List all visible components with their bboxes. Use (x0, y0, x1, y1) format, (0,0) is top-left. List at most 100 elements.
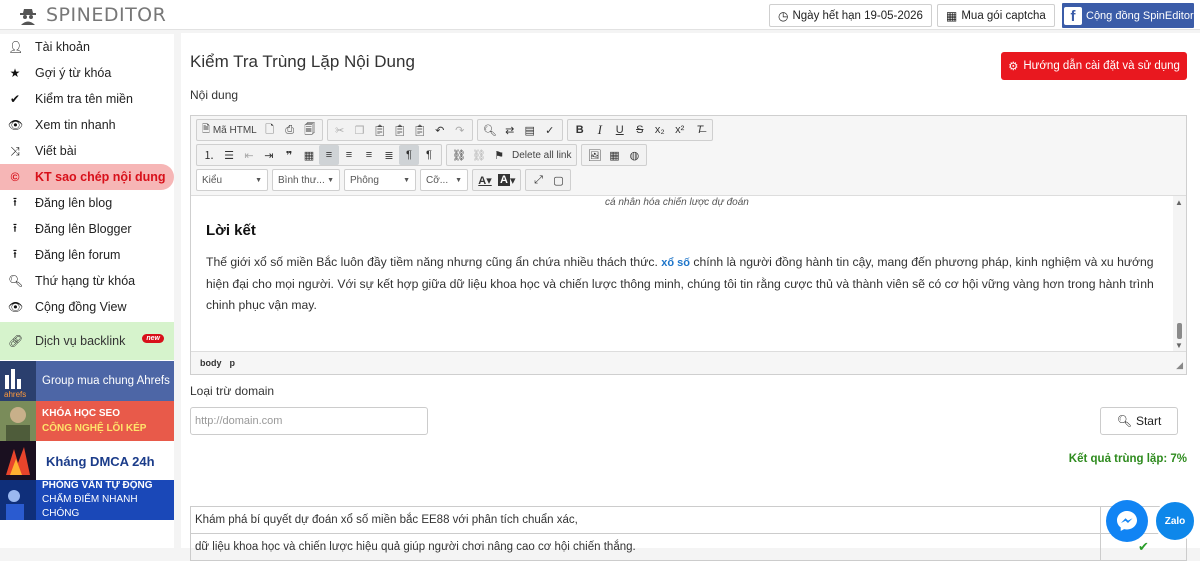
div-button[interactable]: ▦ (299, 145, 319, 165)
banner-ahrefs[interactable]: ahrefs Group mua chung Ahrefs (0, 361, 174, 401)
expiry-button[interactable]: ◷ Ngày hết hạn 19-05-2026 (769, 4, 932, 27)
domain-input[interactable]: http://domain.com (190, 407, 428, 435)
sidebar-item-5[interactable]: ⤨ Viết bài (0, 138, 174, 164)
content-label: Nội dung (190, 88, 239, 102)
bulleted-list-button[interactable]: ☰ (219, 145, 239, 165)
messenger-button[interactable] (1106, 500, 1148, 542)
sidebar-item-7[interactable]: ⭱ Đăng lên blog (0, 190, 174, 216)
start-button[interactable]: 🔍︎ Start (1100, 407, 1178, 435)
italic-button[interactable]: I (590, 120, 610, 140)
banner-interview[interactable]: PHỎNG VẤN TỰ ĐỘNG CHẤM ĐIỂM NHANH CHÓNG (0, 480, 174, 520)
community-button[interactable]: f Cộng đồng SpinEditor (1062, 3, 1194, 28)
ahrefs-thumbnail-icon: ahrefs (0, 361, 36, 401)
toolbar-group-insert: 🖼︎ ▦ ◍ (581, 144, 648, 166)
source-label: Mã HTML (212, 124, 257, 136)
undo-button[interactable]: ↶ (430, 120, 450, 140)
align-left-button[interactable]: ≡ (319, 145, 339, 165)
strike-button[interactable]: S (630, 120, 650, 140)
sidebar-item-2[interactable]: ★ Gợi ý từ khóa (0, 60, 174, 86)
copy-button[interactable]: ❐ (350, 120, 370, 140)
cut-button[interactable]: ✂ (330, 120, 350, 140)
redo-button[interactable]: ↷ (450, 120, 470, 140)
templates-button[interactable]: 🗐︎ (300, 120, 320, 140)
spellcheck-button[interactable]: ✓ (540, 120, 560, 140)
bold-button[interactable]: B (570, 120, 590, 140)
table-button[interactable]: ▦ (604, 145, 624, 165)
remove-format-button[interactable]: T̶ (690, 120, 710, 140)
rtl-button[interactable]: ¶ (419, 145, 439, 165)
banner-dmca[interactable]: Kháng DMCA 24h (0, 441, 174, 481)
paste-text-button[interactable]: 📋︎ (390, 120, 410, 140)
styles-select[interactable]: Kiểu ▼ (196, 169, 268, 191)
maximize-button[interactable]: ⤢ (528, 170, 548, 190)
align-right-button[interactable]: ≡ (359, 145, 379, 165)
delete-all-link-button[interactable]: Delete all link (509, 145, 574, 165)
justify-button[interactable]: ≣ (379, 145, 399, 165)
find-button[interactable]: 🔍︎ (480, 120, 500, 140)
logo[interactable]: SPINEDITOR (18, 3, 166, 27)
scroll-thumb[interactable] (1177, 323, 1182, 339)
facebook-icon: f (1064, 6, 1082, 25)
editor-scrollbar[interactable]: ▲ ▼ (1173, 196, 1186, 351)
outdent-button[interactable]: ⇤ (239, 145, 259, 165)
gear-icon: ⚙ (1008, 61, 1019, 73)
chevron-down-icon: ▼ (327, 176, 334, 184)
anchor-button[interactable]: ⚑ (489, 145, 509, 165)
captcha-label: Mua gói captcha (961, 9, 1046, 22)
size-select[interactable]: Cỡ... ▼ (420, 169, 468, 191)
link-icon: 🔗︎ (8, 334, 24, 348)
sidebar-item-4[interactable]: 👁︎ Xem tin nhanh (0, 112, 174, 138)
preview-button[interactable]: 🗋︎ (260, 120, 280, 140)
indent-button[interactable]: ⇥ (259, 145, 279, 165)
zalo-button[interactable]: Zalo (1154, 500, 1196, 542)
bg-color-button[interactable]: A ▾ (495, 170, 518, 190)
image-button[interactable]: 🖼︎ (584, 145, 604, 165)
link-button[interactable]: ⛓ (449, 145, 469, 165)
path-p[interactable]: p (230, 358, 236, 368)
scroll-up-icon[interactable]: ▲ (1175, 198, 1183, 207)
print-button[interactable]: ⎙ (280, 120, 300, 140)
subscript-button[interactable]: x₂ (650, 120, 670, 140)
paste-word-button[interactable]: 📋︎ (410, 120, 430, 140)
globe-icon[interactable]: ◍ (624, 145, 644, 165)
select-all-button[interactable]: ▤ (520, 120, 540, 140)
buy-captcha-button[interactable]: ▦ Mua gói captcha (937, 4, 1055, 27)
new-badge: new (142, 334, 164, 343)
editor-content[interactable]: cá nhân hóa chiến lược dự đoán Lời kết T… (191, 195, 1186, 352)
toolbar-group-clipboard: ✂ ❐ 📋︎ 📋︎ 📋︎ ↶ ↷ (326, 119, 473, 141)
ahrefs-banner-text: Group mua chung Ahrefs (42, 375, 170, 387)
search-icon: 🔍︎ (8, 274, 24, 288)
align-center-button[interactable]: ≡ (339, 145, 359, 165)
resize-handle-icon[interactable]: ◢ (1176, 360, 1183, 371)
underline-button[interactable]: U (610, 120, 630, 140)
path-body[interactable]: body (200, 358, 222, 368)
text-color-button[interactable]: A▾ (475, 170, 495, 190)
numbered-list-button[interactable]: ⒈ (199, 145, 219, 165)
editor-cut-text: cá nhân hóa chiến lược dự đoán (605, 197, 749, 208)
sidebar-item-8[interactable]: ⭱ Đăng lên Blogger (0, 216, 174, 242)
scroll-down-icon[interactable]: ▼ (1175, 341, 1183, 350)
sidebar-item-label: Kiểm tra tên miền (35, 92, 133, 106)
sidebar-item-9[interactable]: ⭱ Đăng lên forum (0, 242, 174, 268)
replace-button[interactable]: ⇄ (500, 120, 520, 140)
ltr-button[interactable]: ¶ (399, 145, 419, 165)
sidebar-item-11[interactable]: 👁︎ Cộng đồng View (0, 294, 174, 320)
sidebar-item-3[interactable]: ✔ Kiểm tra tên miền (0, 86, 174, 112)
show-blocks-button[interactable]: ▢ (548, 170, 568, 190)
superscript-button[interactable]: x² (670, 120, 690, 140)
element-path: body p (200, 358, 235, 368)
guide-button[interactable]: ⚙ Hướng dẫn cài đặt và sử dụng (1001, 52, 1187, 80)
sidebar-item-10[interactable]: 🔍︎ Thứ hạng từ khóa (0, 268, 174, 294)
sidebar-item-1[interactable]: 👤︎ Tài khoản (0, 34, 174, 60)
banner-seo-course[interactable]: KHÓA HỌC SEO CÔNG NGHỆ LÕI KÉP (0, 401, 174, 441)
font-select[interactable]: Phông ▼ (344, 169, 416, 191)
source-button[interactable]: 🗎︎ Mã HTML (199, 120, 260, 140)
paste-button[interactable]: 📋︎ (370, 120, 390, 140)
chevron-down-icon: ▼ (255, 176, 262, 184)
format-select[interactable]: Bình thư... ▼ (272, 169, 340, 191)
paragraph-link[interactable]: xổ số (661, 257, 690, 269)
unlink-button[interactable]: ⛓ (469, 145, 489, 165)
sidebar-item-backlink[interactable]: 🔗︎ Dịch vụ backlink new (0, 322, 174, 360)
blockquote-button[interactable]: ❞ (279, 145, 299, 165)
sidebar-item-6[interactable]: © KT sao chép nội dung (0, 164, 174, 190)
